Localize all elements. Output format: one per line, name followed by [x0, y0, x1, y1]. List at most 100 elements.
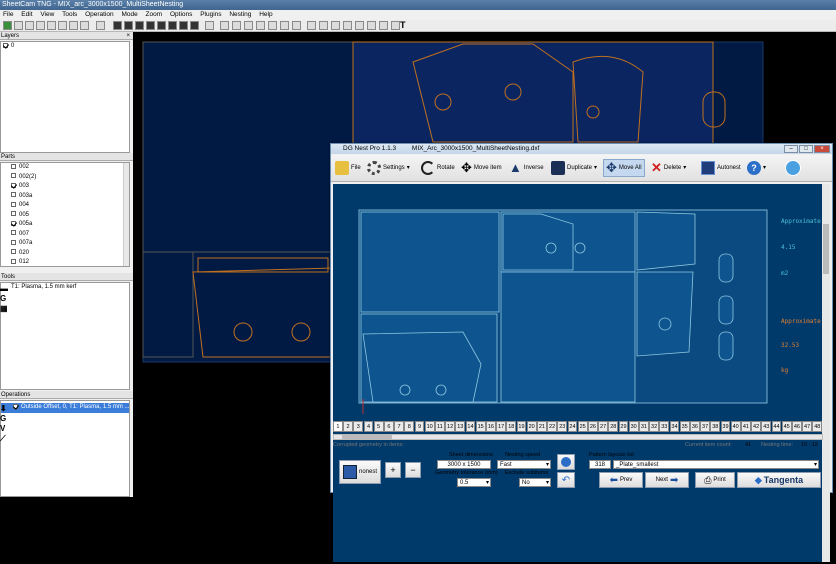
- page-tab[interactable]: 42: [751, 421, 761, 432]
- menu-zoom[interactable]: Zoom: [146, 11, 163, 18]
- page-tab[interactable]: 43: [761, 421, 772, 432]
- g-code-icon[interactable]: G: [0, 294, 8, 304]
- zoom-icon-2[interactable]: [232, 21, 241, 30]
- page-tab[interactable]: 26: [588, 421, 598, 432]
- zoom-icon-4[interactable]: [256, 21, 265, 30]
- menu-file[interactable]: File: [3, 11, 13, 18]
- dg-vertical-scrollbar[interactable]: [822, 184, 830, 562]
- draw-icon-1[interactable]: [319, 21, 328, 30]
- print-button[interactable]: ⎙ Print: [695, 472, 735, 488]
- menu-plugins[interactable]: Plugins: [200, 11, 221, 18]
- close-icon[interactable]: ×: [814, 145, 830, 153]
- page-tab[interactable]: 16: [486, 421, 496, 432]
- view-icon-3[interactable]: [135, 21, 144, 30]
- zoom-icon-5[interactable]: [268, 21, 277, 30]
- page-tab[interactable]: 6: [384, 421, 394, 432]
- buy-button[interactable]: [783, 159, 803, 177]
- checkbox[interactable]: [11, 182, 16, 188]
- help-button[interactable]: ? ▾: [745, 159, 768, 177]
- list-item[interactable]: 007a: [1, 239, 129, 249]
- page-tab[interactable]: 27: [598, 421, 608, 432]
- list-item[interactable]: 005: [1, 211, 129, 221]
- next-button[interactable]: Next ➡: [645, 472, 689, 488]
- view-icon-4[interactable]: [146, 21, 155, 30]
- page-tab[interactable]: 17: [496, 421, 506, 432]
- page-tab[interactable]: 37: [700, 421, 710, 432]
- checkbox[interactable]: [11, 201, 16, 207]
- page-tab[interactable]: 19: [516, 421, 527, 432]
- page-tab[interactable]: 33: [659, 421, 670, 432]
- draw-icon-3[interactable]: [343, 21, 352, 30]
- menu-operation[interactable]: Operation: [85, 11, 114, 18]
- tangenta-button[interactable]: ◆ Tangenta: [737, 472, 821, 488]
- draw-icon-6[interactable]: [379, 21, 388, 30]
- view-icon-5[interactable]: [157, 21, 166, 30]
- zoom-icon-6[interactable]: [280, 21, 289, 30]
- page-tab[interactable]: 46: [792, 421, 802, 432]
- undo-button[interactable]: ↶: [557, 472, 575, 488]
- drill-icon[interactable]: ⬇: [0, 404, 8, 414]
- run-icon[interactable]: [3, 21, 12, 30]
- page-tab[interactable]: 28: [608, 421, 619, 432]
- file-button[interactable]: File: [333, 159, 363, 177]
- list-item[interactable]: 005a: [1, 220, 129, 230]
- plasma-icon[interactable]: ▬: [0, 284, 8, 294]
- view-icon-6[interactable]: [168, 21, 177, 30]
- nest-speed-select[interactable]: Fast: [497, 460, 551, 469]
- page-tab[interactable]: 21: [537, 421, 547, 432]
- list-item[interactable]: 003: [1, 182, 129, 192]
- page-tab[interactable]: 47: [802, 421, 812, 432]
- wave-icon[interactable]: ⟋: [0, 434, 8, 444]
- select-arrow-icon[interactable]: [307, 21, 316, 30]
- draw-icon-7[interactable]: [391, 21, 400, 30]
- page-tab[interactable]: 22: [547, 421, 557, 432]
- scroll-thumb[interactable]: [342, 435, 392, 439]
- page-tab[interactable]: 34: [669, 421, 680, 432]
- zoom-out-button[interactable]: −: [405, 462, 421, 478]
- page-tab[interactable]: 25: [577, 421, 588, 432]
- grid-icon[interactable]: ▦: [0, 304, 8, 314]
- rotate-button[interactable]: Rotate: [419, 159, 457, 177]
- draw-icon-4[interactable]: [355, 21, 364, 30]
- prev-button[interactable]: ⬅ Prev: [599, 472, 643, 488]
- checkbox[interactable]: [11, 173, 16, 179]
- page-tab[interactable]: 35: [679, 421, 690, 432]
- dg-nest-canvas[interactable]: Approximate 4.15 m2 Approximate 32.53 kg: [333, 184, 822, 562]
- view-icon-7[interactable]: [179, 21, 188, 30]
- delete-button[interactable]: ✕ Delete ▾: [649, 159, 688, 177]
- page-tab[interactable]: 32: [649, 421, 659, 432]
- page-tab[interactable]: 4: [363, 421, 374, 432]
- list-item[interactable]: 012: [1, 258, 129, 266]
- page-tab[interactable]: 15: [475, 421, 486, 432]
- page-tab[interactable]: 40: [730, 421, 741, 432]
- view-icon-2[interactable]: [124, 21, 133, 30]
- zoom-icon-7[interactable]: [292, 21, 301, 30]
- move-all-button[interactable]: ✥ Move All: [603, 159, 645, 177]
- move-item-button[interactable]: ✥ Move item: [459, 159, 504, 177]
- scroll-thumb[interactable]: [823, 224, 829, 274]
- wand-icon[interactable]: [205, 21, 214, 30]
- view-icon-8[interactable]: [190, 21, 199, 30]
- inverse-button[interactable]: ▲ Inverse: [507, 159, 546, 177]
- list-item[interactable]: 002: [1, 163, 129, 173]
- sheet-dim-field[interactable]: 3000 x 1500: [437, 460, 491, 469]
- page-tab[interactable]: 12: [445, 421, 455, 432]
- checkbox[interactable]: [11, 249, 16, 255]
- draw-icon-2[interactable]: [331, 21, 340, 30]
- paste-icon[interactable]: [80, 21, 89, 30]
- page-tab[interactable]: 44: [771, 421, 782, 432]
- v-icon[interactable]: V: [0, 424, 8, 434]
- pattern-select[interactable]: _Plate_smallest: [613, 460, 819, 469]
- page-tab[interactable]: 31: [639, 421, 649, 432]
- page-tab[interactable]: 23: [557, 421, 568, 432]
- checkbox[interactable]: [3, 42, 8, 48]
- page-tab[interactable]: 48: [812, 421, 823, 432]
- menu-view[interactable]: View: [40, 11, 54, 18]
- page-tab[interactable]: 3: [353, 421, 364, 432]
- menu-tools[interactable]: Tools: [62, 11, 77, 18]
- settings-button[interactable]: Settings ▾: [365, 159, 412, 177]
- page-tab[interactable]: 24: [567, 421, 578, 432]
- page-tab[interactable]: 8: [404, 421, 415, 432]
- g-icon[interactable]: G: [0, 414, 8, 424]
- menu-options[interactable]: Options: [170, 11, 192, 18]
